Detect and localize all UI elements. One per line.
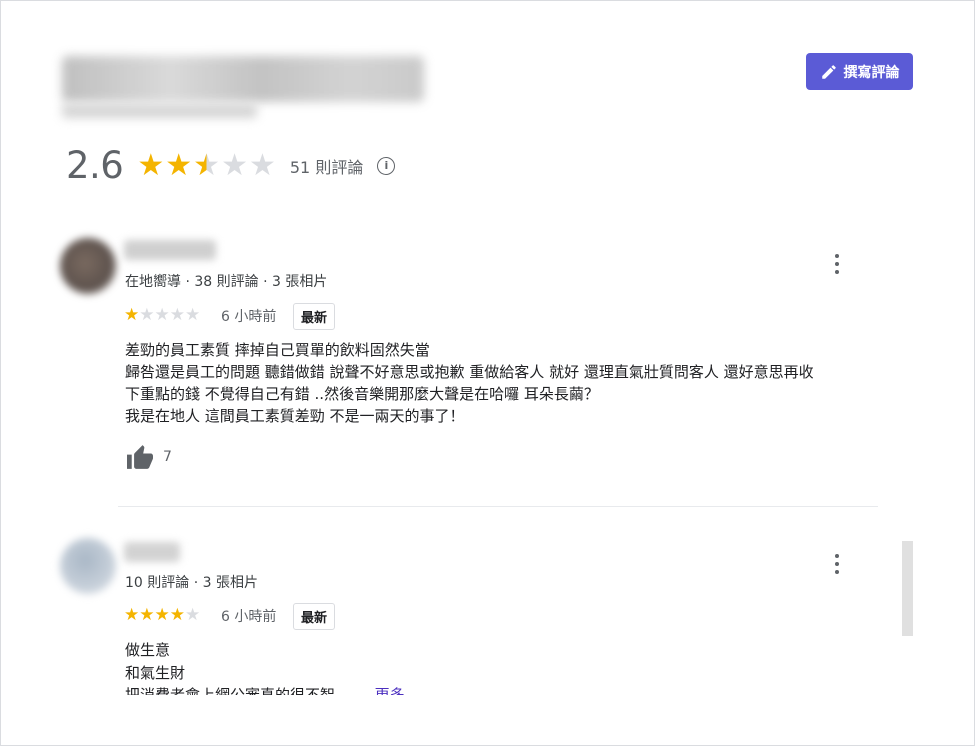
star-icon: ★ [139, 605, 155, 625]
star-icon: ★ [154, 605, 170, 625]
divider [118, 506, 878, 507]
avatar[interactable] [60, 538, 116, 594]
review-text-line: 做生意 [125, 641, 171, 659]
star-icon: ★ [165, 147, 193, 183]
average-stars: ★ ★ ★ ★ ★ [137, 147, 276, 183]
info-icon[interactable]: i [377, 156, 396, 175]
write-review-label: 撰寫評論 [843, 64, 900, 81]
rating-summary: 2.6 ★ ★ ★ ★ ★ 51 則評論 i [66, 144, 396, 187]
newest-badge: 最新 [293, 303, 336, 330]
star-icon: ★ [124, 605, 140, 625]
review-text-truncated: 把消費者會上網公審真的很不智 …… [125, 686, 370, 695]
star-empty-icon: ★ [169, 305, 185, 325]
review-time: 6 小時前 [221, 309, 277, 325]
review-stars: ★ ★ ★ ★ ★ [124, 606, 200, 624]
total-review-count: 51 則評論 [289, 157, 364, 177]
more-options-icon[interactable] [834, 554, 840, 574]
half-star-icon: ★ [193, 147, 221, 183]
review-text-clipped: 把消費者會上網公審真的很不智 …… 更多 [125, 684, 725, 695]
like-count: 7 [163, 449, 172, 465]
review-time: 6 小時前 [221, 609, 277, 625]
pencil-icon [821, 64, 836, 79]
scrollbar[interactable] [902, 541, 913, 636]
star-empty-icon: ★ [154, 305, 170, 325]
star-icon: ★ [169, 605, 185, 625]
star-empty-icon: ★ [139, 305, 155, 325]
business-name-blurred [62, 56, 424, 102]
reviewer-name-blurred[interactable] [124, 240, 216, 260]
average-rating: 2.6 [66, 144, 124, 187]
star-icon: ★ [137, 147, 165, 183]
business-subtitle-blurred [62, 104, 257, 118]
review-text: 差勁的員工素質 摔掉自己買單的飲料固然失當 歸咎還是員工的問題 聽錯做錯 說聲不… [125, 341, 814, 425]
reviewer-meta: 在地嚮導 · 38 則評論 · 3 張相片 [125, 274, 328, 290]
star-empty-icon: ★ [185, 605, 201, 625]
thumbs-up-icon [127, 445, 153, 469]
star-empty-icon: ★ [248, 147, 276, 183]
reviewer-name-blurred[interactable] [124, 542, 180, 562]
avatar[interactable] [60, 238, 116, 294]
more-link[interactable]: 更多 [375, 686, 405, 695]
star-icon: ★ [124, 305, 140, 325]
review-text-line: 和氣生財 [125, 664, 186, 682]
write-review-button[interactable]: 撰寫評論 [806, 53, 913, 90]
more-options-icon[interactable] [834, 254, 840, 274]
star-empty-icon: ★ [221, 147, 248, 183]
reviewer-meta: 10 則評論 · 3 張相片 [125, 575, 258, 591]
review-stars: ★ ★ ★ ★ ★ [124, 306, 200, 324]
newest-badge: 最新 [293, 603, 336, 630]
star-empty-icon: ★ [185, 305, 201, 325]
like-button[interactable]: 7 [125, 444, 172, 470]
